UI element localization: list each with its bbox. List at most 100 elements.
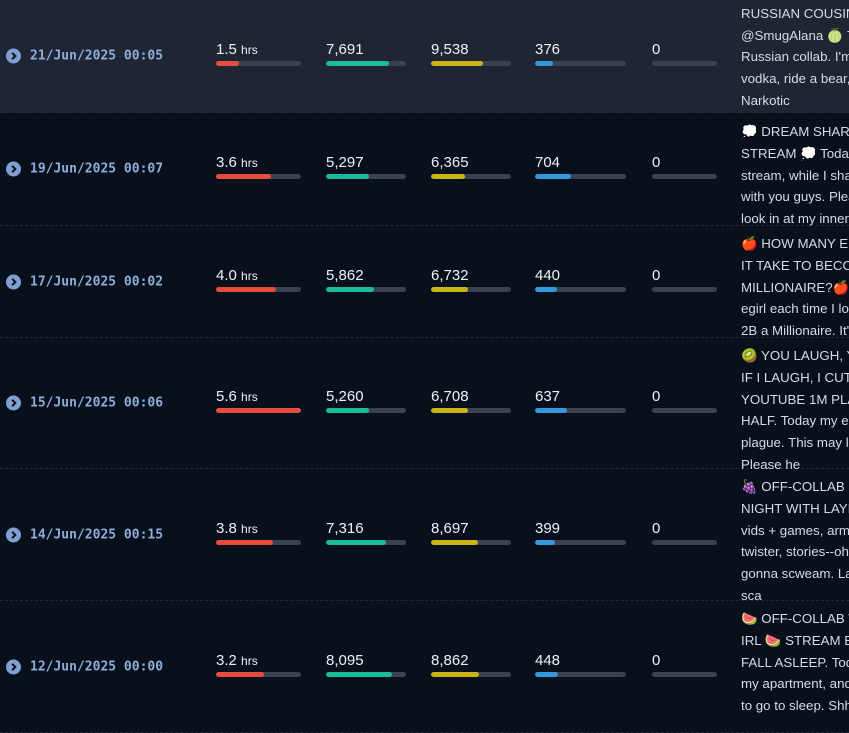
- peak-bar: [431, 539, 511, 545]
- chevron-right-icon[interactable]: [6, 659, 21, 674]
- title-line: egirl each time I los: [741, 301, 849, 317]
- extra-value: 0: [652, 266, 661, 284]
- followers-bar-fill: [535, 539, 556, 545]
- peak-value: 9,538: [431, 40, 469, 58]
- viewers-value: 7,691: [326, 40, 364, 58]
- followers-bar-fill: [535, 174, 572, 179]
- hours-metric: 1.5 hrs: [216, 41, 301, 66]
- hours-bar-fill: [216, 286, 277, 292]
- followers-bar: [535, 60, 626, 66]
- title-line: YOUTUBE 1M PLA: [741, 391, 849, 407]
- hours-value: 1.5: [216, 40, 237, 58]
- viewers-bar: [326, 286, 406, 292]
- chevron-right-icon[interactable]: [6, 161, 21, 177]
- title-line: 🍇 OFF-COLLAB H: [741, 479, 849, 494]
- title-line: @SmugAlana 🍈 To: [741, 27, 849, 43]
- extra-value: 0: [652, 154, 661, 171]
- viewers-metric: 5,862: [326, 267, 406, 292]
- stream-title: 🍉 OFF-COLLAB W IRL 🍉 STREAM EN FALL ASLEEP…: [741, 608, 849, 717]
- stream-title: 🥝 YOU LAUGH, Y IF I LAUGH, I CUT I YOUTUBE…: [741, 345, 849, 476]
- peak-bar: [431, 671, 511, 677]
- viewers-bar-fill: [326, 408, 370, 413]
- viewers-bar: [326, 671, 406, 677]
- hours-value: 4.0: [216, 266, 237, 284]
- hours-unit: hrs: [241, 390, 258, 404]
- stream-title: 🍈 MEETING FILIRUSSIAN COUSIN@SmugAlana 🍈…: [741, 0, 849, 112]
- viewers-bar-fill: [326, 286, 374, 292]
- title-line: Narkotic: [741, 92, 790, 108]
- title-line: 🍉 OFF-COLLAB W: [741, 611, 849, 626]
- stream-row[interactable]: 21/Jun/2025 00:05 1.5 hrs 7,691 9,538 37…: [0, 0, 849, 113]
- followers-bar: [535, 174, 626, 179]
- hours-bar-fill: [216, 60, 239, 66]
- date-text: 21/Jun/2025 00:05: [30, 48, 164, 63]
- title-line: NIGHT WITH LAYI: [741, 500, 849, 516]
- chevron-right-icon[interactable]: [6, 395, 21, 411]
- title-line: 🥝 YOU LAUGH, Y: [741, 348, 849, 363]
- chevron-right-icon[interactable]: [6, 48, 21, 63]
- hours-bar: [216, 174, 301, 179]
- hours-bar-fill: [216, 539, 273, 545]
- title-line: gonna scweam. Lay: [741, 566, 849, 582]
- date-text: 19/Jun/2025 00:07: [30, 161, 164, 177]
- stream-row[interactable]: 19/Jun/2025 00:07 3.6 hrs 5,297 6,365 70…: [0, 113, 849, 226]
- extra-metric: 0: [652, 41, 717, 66]
- hours-bar: [216, 286, 301, 292]
- hours-metric: 3.6 hrs: [216, 154, 301, 179]
- chevron-right-icon[interactable]: [6, 527, 21, 542]
- title-line: HALF. Today my ed: [741, 413, 849, 429]
- peak-value: 6,732: [431, 266, 469, 284]
- followers-value: 376: [535, 40, 561, 58]
- hours-value: 5.6: [216, 388, 237, 405]
- viewers-bar: [326, 408, 406, 413]
- stream-row[interactable]: 14/Jun/2025 00:15 3.8 hrs 7,316 8,697 39…: [0, 469, 849, 603]
- stream-date[interactable]: 19/Jun/2025 00:07: [6, 161, 164, 177]
- hours-unit: hrs: [241, 653, 258, 668]
- hours-value: 3.8: [216, 519, 237, 537]
- viewers-bar-fill: [326, 539, 386, 545]
- viewers-bar: [326, 174, 406, 179]
- hours-bar: [216, 539, 301, 545]
- extra-metric: 0: [652, 652, 717, 677]
- followers-metric: 440: [535, 267, 626, 292]
- hours-metric: 5.6 hrs: [216, 388, 301, 413]
- chevron-right-icon[interactable]: [6, 274, 21, 289]
- peak-bar-fill: [431, 60, 483, 66]
- title-line: stream, while I shar: [741, 167, 849, 183]
- stream-row[interactable]: 17/Jun/2025 00:02 4.0 hrs 5,862 6,732 44…: [0, 226, 849, 338]
- hours-bar: [216, 671, 301, 677]
- stream-date[interactable]: 14/Jun/2025 00:15: [6, 527, 163, 542]
- title-line: 🍎 HOW MANY E: [741, 236, 849, 251]
- title-line: FALL ASLEEP. Toda: [741, 654, 849, 670]
- title-line: IF I LAUGH, I CUT I: [741, 369, 849, 385]
- hours-bar: [216, 60, 301, 66]
- stream-row[interactable]: 15/Jun/2025 00:06 5.6 hrs 5,260 6,708 63…: [0, 338, 849, 472]
- peak-value: 6,365: [431, 154, 469, 171]
- hours-metric: 3.8 hrs: [216, 520, 301, 545]
- stream-date[interactable]: 12/Jun/2025 00:00: [6, 659, 163, 674]
- viewers-metric: 7,316: [326, 520, 406, 545]
- followers-bar-fill: [535, 60, 554, 66]
- viewers-metric: 8,095: [326, 652, 406, 677]
- hours-unit: hrs: [241, 521, 258, 536]
- viewers-metric: 7,691: [326, 41, 406, 66]
- followers-bar: [535, 286, 626, 292]
- hours-bar-fill: [216, 671, 264, 677]
- stream-row[interactable]: 12/Jun/2025 00:00 3.2 hrs 8,095 8,862 44…: [0, 601, 849, 733]
- stream-date[interactable]: 15/Jun/2025 00:06: [6, 395, 163, 411]
- followers-bar: [535, 539, 626, 545]
- viewers-bar-fill: [326, 60, 390, 66]
- viewers-bar: [326, 539, 406, 545]
- stream-date[interactable]: 21/Jun/2025 00:05: [6, 48, 163, 63]
- followers-bar: [535, 408, 626, 413]
- hours-value: 3.6: [216, 154, 237, 171]
- title-line: Russian collab. I'm: [741, 49, 849, 65]
- peak-bar-fill: [431, 174, 466, 179]
- date-text: 14/Jun/2025 00:15: [30, 527, 164, 542]
- stream-date[interactable]: 17/Jun/2025 00:02: [6, 274, 163, 289]
- peak-metric: 8,697: [431, 520, 511, 545]
- stream-title: 💭 DREAM SHARI STREAM 💭 Today stream, while…: [741, 121, 849, 230]
- title-line: my apartment, and: [741, 676, 849, 692]
- hours-bar-fill: [216, 174, 272, 179]
- title-line: MILLIONAIRE?🍎 T: [741, 279, 849, 295]
